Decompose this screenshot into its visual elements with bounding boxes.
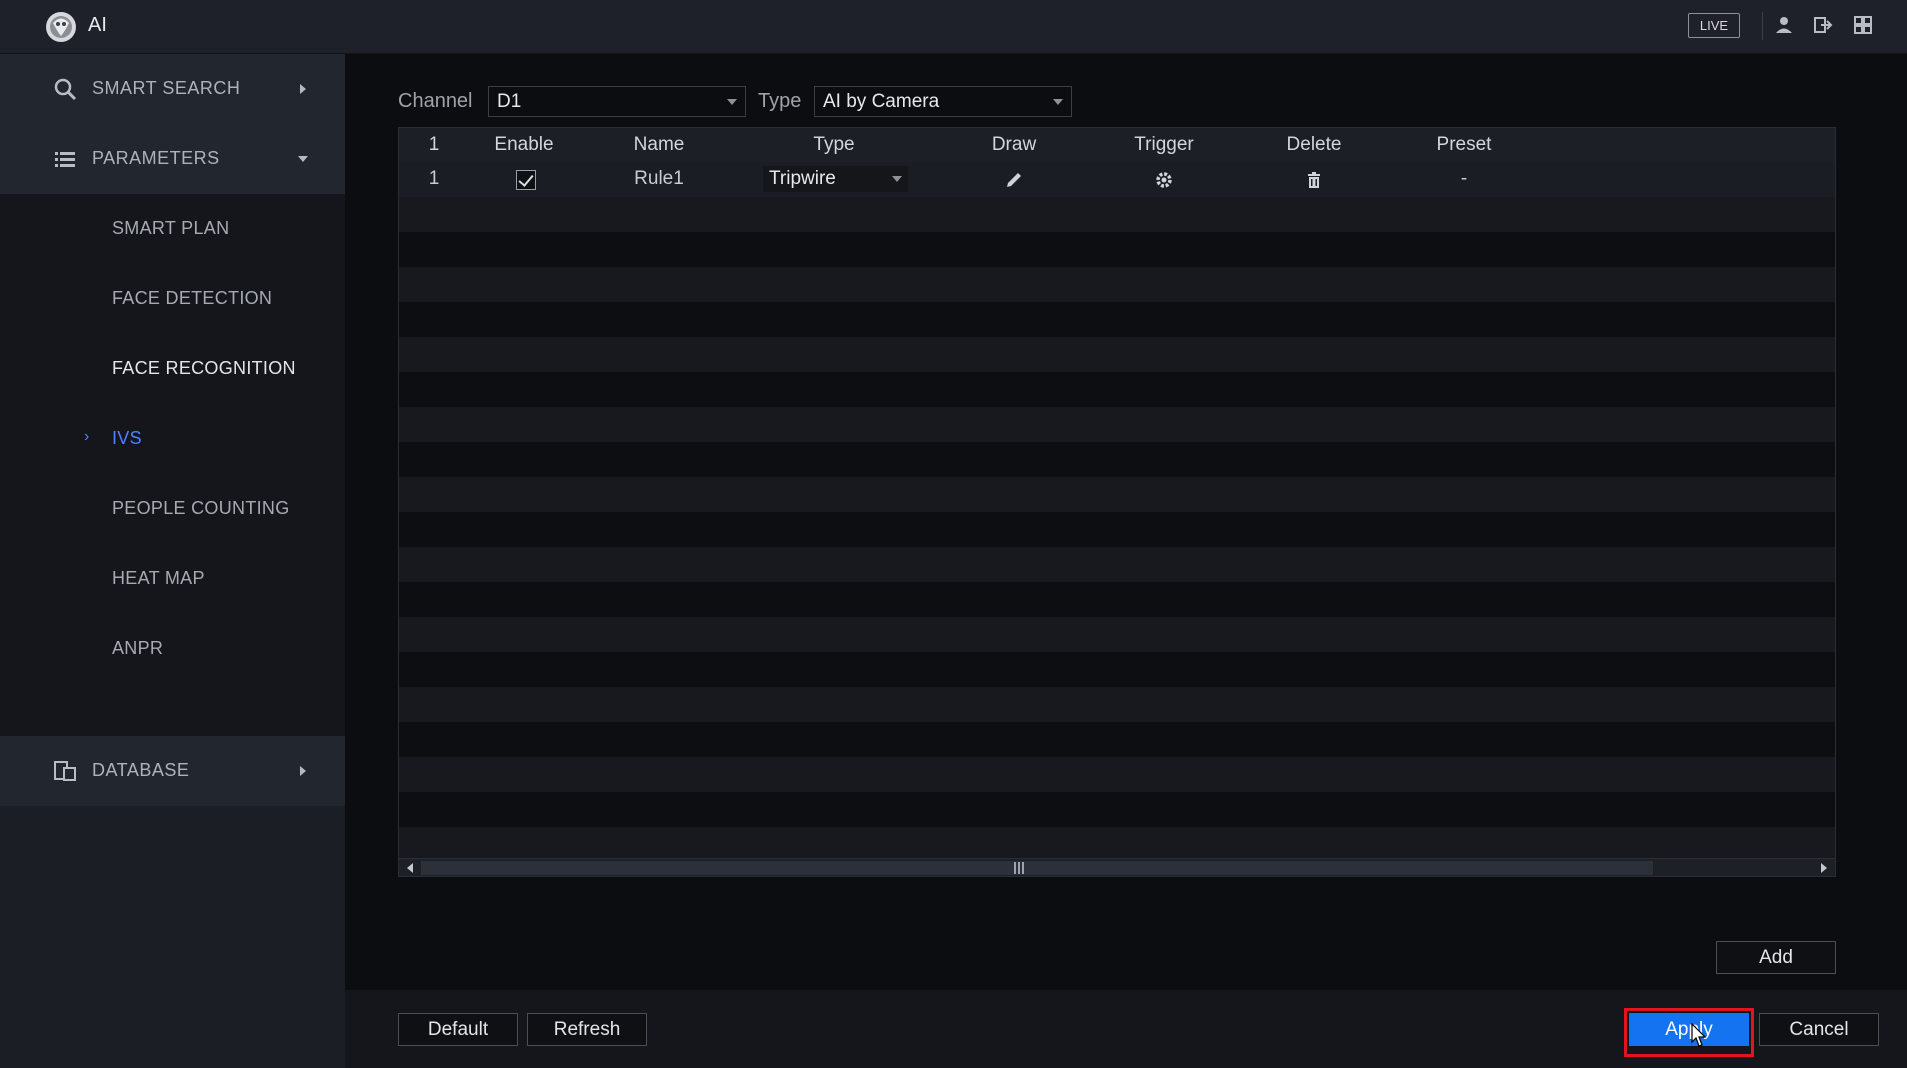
sidebar-item-smart-search[interactable]: SMART SEARCH bbox=[0, 54, 345, 124]
pencil-icon[interactable] bbox=[1004, 170, 1024, 190]
column-header-draw: Draw bbox=[991, 134, 1037, 155]
apply-button[interactable]: Apply bbox=[1629, 1013, 1749, 1046]
table-row-empty bbox=[399, 232, 1835, 267]
table-row-empty bbox=[399, 337, 1835, 372]
sidebar-item-smart-plan[interactable]: SMART PLAN bbox=[0, 194, 345, 264]
scroll-left-icon[interactable] bbox=[406, 863, 414, 873]
table-row-empty bbox=[399, 582, 1835, 617]
trash-icon[interactable] bbox=[1304, 170, 1324, 190]
row-index: 1 bbox=[428, 168, 440, 189]
sidebar-item-label: DATABASE bbox=[92, 760, 190, 780]
top-separator bbox=[1762, 12, 1763, 40]
cancel-button[interactable]: Cancel bbox=[1759, 1013, 1879, 1046]
rule-type-value: Tripwire bbox=[769, 168, 836, 189]
table-row-empty bbox=[399, 652, 1835, 687]
scroll-grip-icon bbox=[1014, 862, 1024, 874]
sidebar: SMART SEARCH PARAMETERS SMART PLAN FACE … bbox=[0, 54, 345, 1068]
table-row-empty bbox=[399, 722, 1835, 757]
column-header-trigger: Trigger bbox=[1134, 134, 1194, 155]
rule-name: Rule1 bbox=[634, 168, 684, 189]
sidebar-item-label: PEOPLE COUNTING bbox=[112, 498, 290, 518]
table-header: 1 Enable Name Type Draw Trigger Delete P… bbox=[399, 128, 1835, 162]
chevron-right-icon bbox=[300, 84, 306, 94]
column-header-enable: Enable bbox=[494, 134, 554, 155]
horizontal-scrollbar[interactable] bbox=[399, 858, 1835, 876]
table-row: 1 Rule1 Tripwire - bbox=[399, 162, 1835, 197]
list-icon bbox=[55, 152, 75, 167]
sidebar-item-heat-map[interactable]: HEAT MAP bbox=[0, 544, 345, 614]
table-row-empty bbox=[399, 757, 1835, 792]
column-header-index: 1 bbox=[428, 134, 440, 155]
smart-search-icon bbox=[54, 78, 77, 101]
rule-type-select[interactable]: Tripwire bbox=[763, 166, 908, 192]
sidebar-item-label: FACE RECOGNITION bbox=[112, 358, 296, 378]
column-header-delete: Delete bbox=[1286, 134, 1342, 155]
table-row-empty bbox=[399, 372, 1835, 407]
sidebar-item-anpr[interactable]: ANPR bbox=[0, 614, 345, 684]
table-row-empty bbox=[399, 792, 1835, 827]
sidebar-item-label: FACE DETECTION bbox=[112, 288, 273, 308]
chevron-right-icon: › bbox=[84, 428, 90, 445]
type-value: AI by Camera bbox=[823, 91, 940, 112]
sidebar-item-people-counting[interactable]: PEOPLE COUNTING bbox=[0, 474, 345, 544]
table-row-empty bbox=[399, 687, 1835, 722]
parameters-submenu: SMART PLAN FACE DETECTION FACE RECOGNITI… bbox=[0, 194, 345, 736]
chevron-right-icon bbox=[300, 766, 306, 776]
enable-checkbox[interactable] bbox=[516, 170, 536, 190]
chevron-down-icon bbox=[892, 176, 902, 182]
sidebar-item-label: ANPR bbox=[112, 638, 164, 658]
scroll-right-icon[interactable] bbox=[1820, 863, 1828, 873]
table-row-empty bbox=[399, 302, 1835, 337]
sidebar-item-label: HEAT MAP bbox=[112, 568, 205, 588]
type-select[interactable]: AI by Camera bbox=[814, 86, 1072, 117]
sidebar-item-ivs[interactable]: › IVS bbox=[0, 404, 345, 474]
table-row-empty bbox=[399, 827, 1835, 862]
sidebar-item-parameters[interactable]: PARAMETERS bbox=[0, 124, 345, 194]
column-header-preset: Preset bbox=[1436, 134, 1492, 155]
sidebar-item-label: IVS bbox=[112, 428, 142, 448]
sidebar-item-face-recognition[interactable]: FACE RECOGNITION bbox=[0, 334, 345, 404]
sidebar-item-label: SMART SEARCH bbox=[92, 78, 241, 98]
sidebar-item-label: SMART PLAN bbox=[112, 218, 230, 238]
table-row-empty bbox=[399, 477, 1835, 512]
live-button[interactable]: LIVE bbox=[1688, 13, 1740, 38]
gear-icon[interactable] bbox=[1154, 170, 1174, 190]
table-row-empty bbox=[399, 197, 1835, 232]
table-row-empty bbox=[399, 512, 1835, 547]
channel-select[interactable]: D1 bbox=[488, 86, 746, 117]
chevron-down-icon bbox=[727, 99, 737, 105]
table-row-empty bbox=[399, 442, 1835, 477]
type-label: Type bbox=[758, 90, 802, 112]
top-bar: AI LIVE bbox=[0, 0, 1907, 54]
sidebar-item-database[interactable]: DATABASE bbox=[0, 736, 345, 806]
sidebar-item-label: PARAMETERS bbox=[92, 148, 220, 168]
table-row-empty bbox=[399, 547, 1835, 582]
rules-table: 1 Enable Name Type Draw Trigger Delete P… bbox=[398, 127, 1836, 877]
scrollbar-thumb[interactable] bbox=[421, 861, 1653, 875]
logout-icon[interactable] bbox=[1812, 14, 1834, 36]
table-row-empty bbox=[399, 407, 1835, 442]
table-row-empty bbox=[399, 617, 1835, 652]
column-header-type: Type bbox=[813, 134, 855, 155]
add-button[interactable]: Add bbox=[1716, 941, 1836, 974]
sidebar-item-face-detection[interactable]: FACE DETECTION bbox=[0, 264, 345, 334]
chevron-down-icon bbox=[1053, 99, 1063, 105]
app-title: AI bbox=[88, 14, 107, 36]
default-button[interactable]: Default bbox=[398, 1013, 518, 1046]
channel-value: D1 bbox=[497, 91, 522, 112]
user-icon[interactable] bbox=[1773, 14, 1795, 36]
preset-value: - bbox=[1460, 168, 1468, 189]
refresh-button[interactable]: Refresh bbox=[527, 1013, 647, 1046]
ai-logo-icon bbox=[46, 12, 76, 42]
database-icon bbox=[54, 761, 76, 781]
chevron-down-icon bbox=[298, 156, 308, 162]
mouse-cursor-icon bbox=[1691, 1022, 1707, 1047]
column-header-name: Name bbox=[633, 134, 685, 155]
grid-menu-icon[interactable] bbox=[1852, 14, 1874, 36]
channel-label: Channel bbox=[398, 90, 473, 112]
table-row-empty bbox=[399, 267, 1835, 302]
